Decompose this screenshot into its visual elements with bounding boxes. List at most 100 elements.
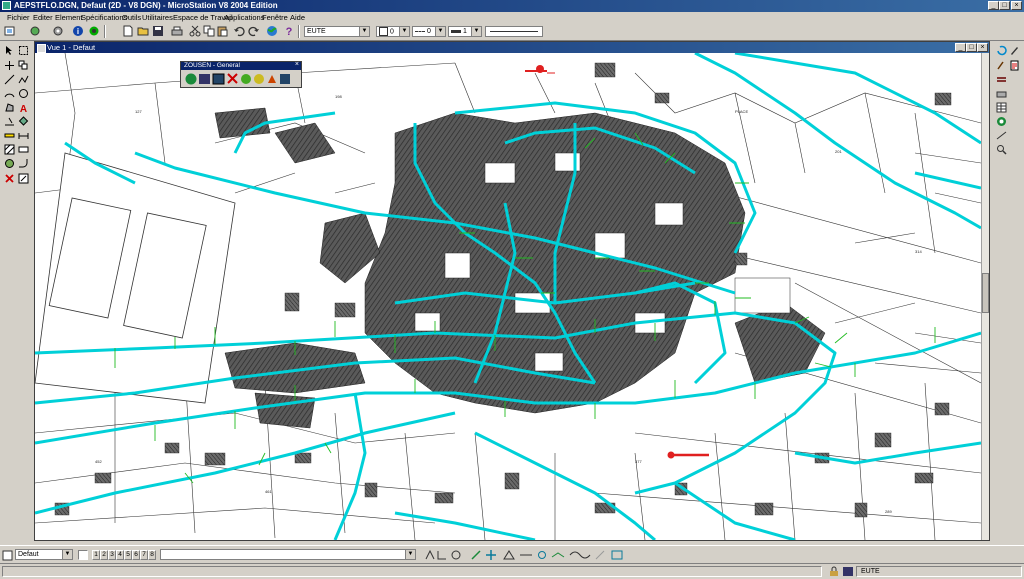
- view-control-icon[interactable]: [18, 173, 29, 184]
- view-toggle-button[interactable]: [78, 550, 88, 560]
- keypoint-icon[interactable]: [503, 550, 515, 560]
- shape-icon[interactable]: [4, 102, 15, 113]
- menu-fichier[interactable]: Fichier: [7, 13, 30, 22]
- view-button-8[interactable]: 8: [148, 550, 156, 560]
- fence-icon[interactable]: [18, 45, 29, 56]
- arc-icon[interactable]: [4, 88, 15, 99]
- print-icon[interactable]: [171, 25, 183, 37]
- network-icon[interactable]: [185, 73, 197, 85]
- view-button-4[interactable]: 4: [116, 550, 124, 560]
- maximize-button[interactable]: □: [999, 1, 1010, 10]
- palette-close-icon[interactable]: ×: [295, 61, 299, 68]
- view-button-3[interactable]: 3: [108, 550, 116, 560]
- warning-icon[interactable]: [268, 75, 276, 83]
- fillet-icon[interactable]: [18, 158, 29, 169]
- table-view-icon[interactable]: [212, 73, 225, 85]
- layers-icon[interactable]: [996, 74, 1007, 85]
- cadastral-map[interactable]: 127 198 201 314 452 461 377 289 PLACE: [35, 53, 981, 540]
- model-combo[interactable]: Defaut ▼: [15, 549, 73, 560]
- level-combo[interactable]: EUTE ▼: [304, 26, 370, 37]
- chevron-down-icon[interactable]: ▼: [62, 550, 72, 559]
- analysis-icon[interactable]: [254, 74, 264, 84]
- menu-outils[interactable]: Outils: [122, 13, 141, 22]
- menu-specifications[interactable]: Spécifications: [81, 13, 127, 22]
- export-icon[interactable]: [280, 74, 290, 84]
- copy-icon[interactable]: [203, 25, 215, 37]
- chevron-down-icon[interactable]: ▼: [405, 550, 415, 559]
- tangent-icon[interactable]: [551, 552, 565, 558]
- grid-icon[interactable]: [611, 550, 623, 560]
- cell-icon[interactable]: [18, 116, 29, 127]
- polyline-icon[interactable]: [18, 74, 29, 85]
- circle-icon[interactable]: [18, 88, 29, 99]
- pattern-icon[interactable]: [4, 144, 15, 155]
- lock-icon[interactable]: [828, 566, 840, 577]
- accudraw-icon[interactable]: [471, 550, 481, 560]
- close-button[interactable]: ×: [1011, 1, 1022, 10]
- minimize-button[interactable]: _: [988, 1, 999, 10]
- view-maximize-button[interactable]: □: [966, 43, 977, 52]
- delete-icon[interactable]: [227, 73, 238, 84]
- redo-icon[interactable]: [248, 25, 260, 37]
- settings-icon[interactable]: [52, 25, 64, 37]
- rotate-icon[interactable]: [996, 45, 1007, 56]
- table-icon[interactable]: [996, 102, 1007, 113]
- disk-icon[interactable]: [842, 566, 854, 577]
- view-button-1[interactable]: 1: [92, 550, 100, 560]
- vertical-scrollbar[interactable]: [981, 53, 989, 540]
- view-button-2[interactable]: 2: [100, 550, 108, 560]
- attributes-icon[interactable]: [4, 25, 16, 37]
- printer-icon[interactable]: [996, 88, 1007, 99]
- chevron-down-icon[interactable]: ▼: [471, 27, 481, 36]
- view-button-6[interactable]: 6: [132, 550, 140, 560]
- origin-icon[interactable]: [486, 550, 496, 560]
- paste-icon[interactable]: [217, 25, 229, 37]
- earth-icon[interactable]: [241, 74, 251, 84]
- center-snap-icon[interactable]: [451, 550, 461, 560]
- intersection-icon[interactable]: [538, 551, 546, 559]
- view-button-5[interactable]: 5: [124, 550, 132, 560]
- dimension-icon[interactable]: [18, 130, 29, 141]
- tag-icon[interactable]: [18, 144, 29, 155]
- select-icon[interactable]: [4, 45, 15, 56]
- menu-utilitaires[interactable]: Utilitaires: [142, 13, 173, 22]
- pen-icon[interactable]: [1009, 45, 1020, 56]
- group-icon[interactable]: [4, 158, 15, 169]
- style-combo[interactable]: 0 ▼: [412, 26, 446, 37]
- menu-aide[interactable]: Aide: [290, 13, 305, 22]
- camera-icon[interactable]: [199, 74, 210, 84]
- view-minimize-button[interactable]: _: [955, 43, 966, 52]
- chevron-down-icon[interactable]: ▼: [399, 27, 409, 36]
- view-close-button[interactable]: ×: [977, 43, 988, 52]
- menu-editer[interactable]: Editer: [33, 13, 53, 22]
- link-icon[interactable]: [996, 130, 1007, 141]
- zoom-icon[interactable]: [996, 144, 1007, 155]
- nearest-icon[interactable]: [569, 551, 591, 559]
- chevron-down-icon[interactable]: ▼: [359, 27, 369, 36]
- axis-icon[interactable]: [437, 551, 446, 560]
- delete-icon[interactable]: [4, 173, 15, 184]
- brush-icon[interactable]: [996, 60, 1007, 71]
- line-preview-box[interactable]: [485, 26, 543, 37]
- chevron-down-icon[interactable]: ▼: [435, 27, 445, 36]
- scroll-thumb[interactable]: [982, 273, 989, 313]
- view-button-7[interactable]: 7: [140, 550, 148, 560]
- line-icon[interactable]: [4, 74, 15, 85]
- undo-icon[interactable]: [233, 25, 245, 37]
- copy-element-icon[interactable]: [18, 60, 29, 71]
- move-icon[interactable]: [4, 60, 15, 71]
- color-combo[interactable]: 0 ▼: [376, 26, 410, 37]
- menu-applications[interactable]: Applications: [224, 13, 264, 22]
- save-icon[interactable]: [152, 25, 164, 37]
- database-icon[interactable]: [996, 116, 1007, 127]
- help-icon[interactable]: ?: [283, 25, 295, 37]
- globe-icon[interactable]: [266, 25, 278, 37]
- menu-fenetre[interactable]: Fenêtre: [262, 13, 288, 22]
- modify-icon[interactable]: [4, 116, 15, 127]
- info-icon[interactable]: i: [72, 25, 84, 37]
- open-icon[interactable]: [137, 25, 149, 37]
- text-icon[interactable]: A: [18, 102, 29, 113]
- map-canvas[interactable]: 127 198 201 314 452 461 377 289 PLACE: [35, 53, 981, 540]
- render-icon[interactable]: [88, 25, 100, 37]
- cut-icon[interactable]: [189, 25, 201, 37]
